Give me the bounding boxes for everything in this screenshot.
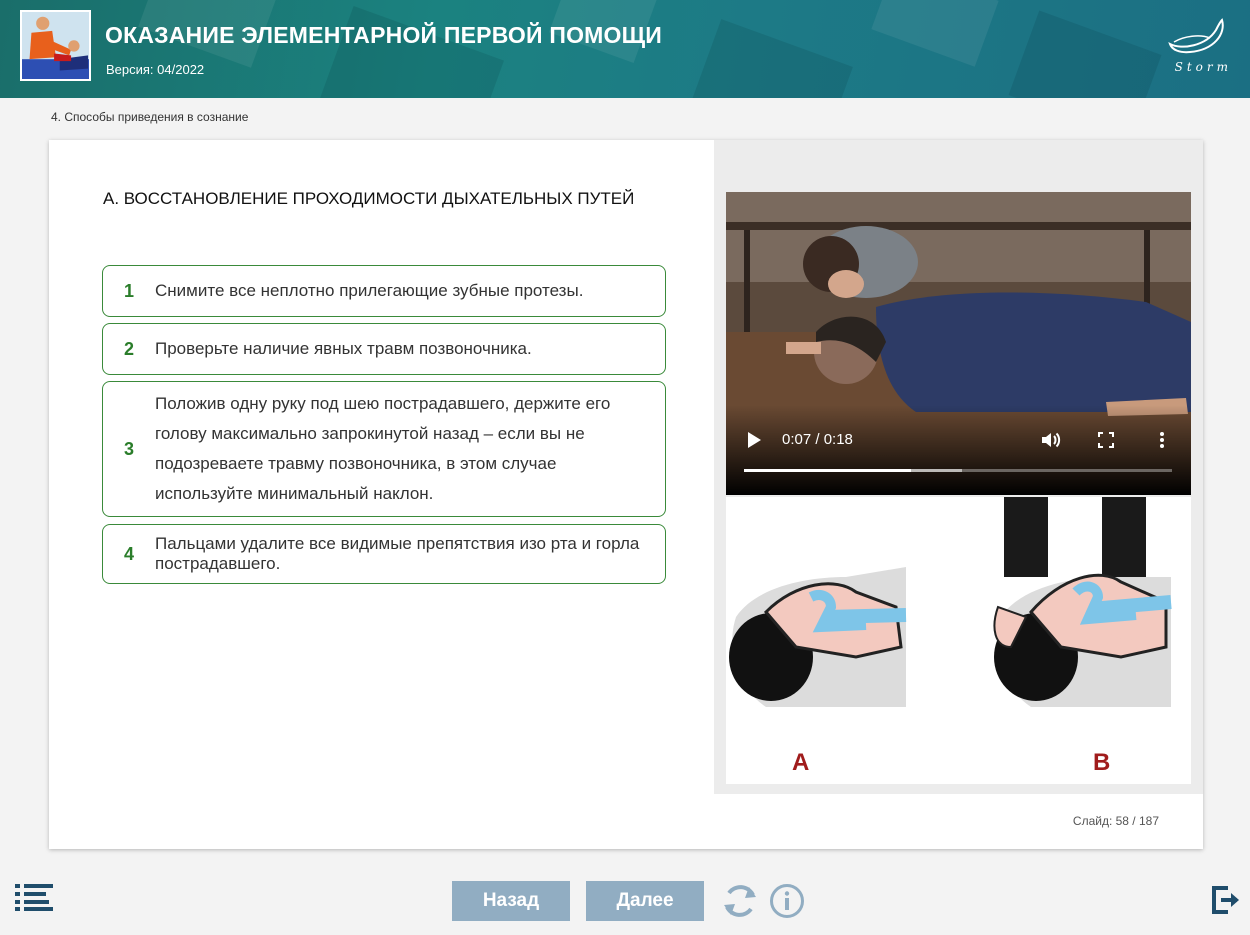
exit-icon[interactable]: [1211, 885, 1241, 915]
brand-name: Storm: [1174, 60, 1232, 74]
course-logo: [20, 10, 91, 81]
play-icon[interactable]: [748, 432, 761, 448]
media-panel: 0:07 / 0:18 A B: [714, 140, 1203, 794]
header-decoration: [1008, 10, 1162, 98]
fullscreen-icon[interactable]: [1098, 432, 1114, 448]
video-player[interactable]: 0:07 / 0:18: [726, 192, 1191, 495]
slide-card: А. ВОССТАНОВЛЕНИЕ ПРОХОДИМОСТИ ДЫХАТЕЛЬН…: [49, 140, 1203, 849]
video-controls-overlay: [726, 405, 1191, 495]
step-text: Пальцами удалите все видимые препятствия…: [155, 534, 640, 573]
step-item: 2 Проверьте наличие явных травм позвоноч…: [102, 323, 666, 375]
figure-label-a: A: [792, 749, 810, 776]
breadcrumb: 4. Способы приведения в сознание: [51, 110, 249, 124]
brand-logo: Storm: [1160, 16, 1232, 80]
course-version: Версия: 04/2022: [106, 62, 205, 77]
header-decoration: [687, 19, 853, 98]
step-item: 4 Пальцами удалите все видимые препятств…: [102, 524, 666, 584]
header-decoration: [316, 5, 504, 98]
figure-label-b: B: [1093, 749, 1111, 776]
step-number: 4: [123, 543, 134, 564]
video-played-bar: [744, 469, 911, 472]
video-time: 0:07 / 0:18: [782, 431, 853, 448]
section-title: А. ВОССТАНОВЛЕНИЕ ПРОХОДИМОСТИ ДЫХАТЕЛЬН…: [103, 189, 635, 208]
back-button[interactable]: Назад: [452, 881, 570, 921]
next-button[interactable]: Далее: [586, 881, 704, 921]
header-decoration: [871, 0, 999, 67]
step-text: Снимите все неплотно прилегающие зубные …: [155, 281, 584, 300]
menu-icon[interactable]: [15, 883, 53, 911]
course-title: ОКАЗАНИЕ ЭЛЕМЕНТАРНОЙ ПЕРВОЙ ПОМОЩИ: [105, 22, 662, 48]
airway-diagram: A B: [726, 497, 1191, 784]
slide-counter: Слайд: 58 / 187: [1072, 814, 1159, 828]
step-item: 1 Снимите все неплотно прилегающие зубны…: [102, 265, 666, 317]
more-options-icon[interactable]: [1157, 431, 1167, 449]
info-icon[interactable]: [769, 883, 805, 919]
volume-icon[interactable]: [1041, 431, 1061, 449]
video-progress-bar[interactable]: [744, 469, 1172, 472]
course-header: ОКАЗАНИЕ ЭЛЕМЕНТАРНОЙ ПЕРВОЙ ПОМОЩИ Верс…: [0, 0, 1250, 98]
replay-icon[interactable]: [721, 881, 759, 921]
step-item: 3 Положив одну руку под шею пострадавшег…: [102, 381, 666, 517]
step-number: 3: [123, 438, 134, 459]
storm-logo-icon: [1168, 18, 1224, 54]
first-aid-illustration-icon: [22, 12, 89, 79]
step-text: Проверьте наличие явных травм позвоночни…: [155, 339, 532, 358]
step-text: Положив одну руку под шею пострадавшего,…: [155, 394, 611, 503]
step-number: 2: [123, 338, 134, 359]
step-number: 1: [123, 280, 134, 301]
head-tilt-illustration: [729, 497, 1172, 707]
